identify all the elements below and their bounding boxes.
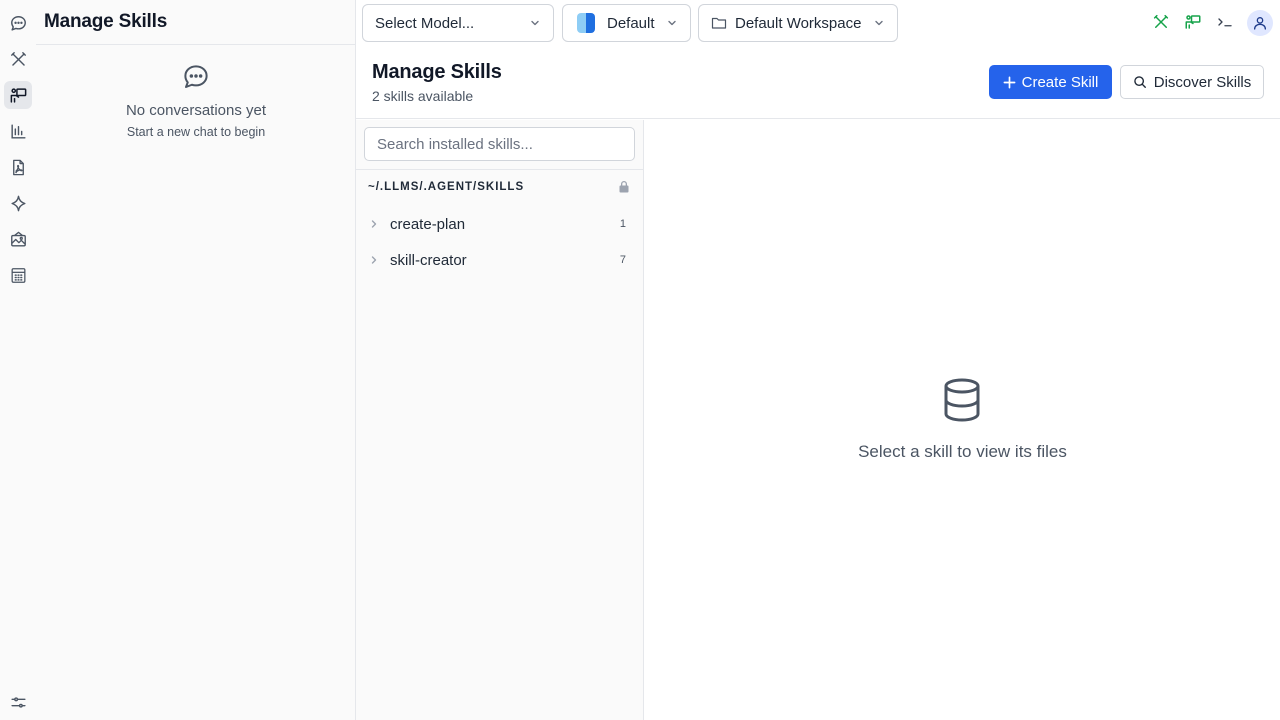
user-avatar-button[interactable] <box>1247 10 1273 36</box>
skill-file-count: 1 <box>619 218 626 230</box>
folder-icon <box>711 17 727 29</box>
workspace-select[interactable]: Default Workspace <box>698 4 898 42</box>
skill-detail-empty-state: Select a skill to view its files <box>645 120 1280 720</box>
rail-settings-button[interactable] <box>4 688 32 716</box>
skills-directory-header: ~/.LLMS/.AGENT/SKILLS <box>356 169 644 203</box>
page-header: Manage Skills 2 skills available Create … <box>356 45 1280 119</box>
empty-conversations-title: No conversations yet <box>125 102 267 119</box>
rail-gallery-button[interactable] <box>4 225 32 253</box>
finder-app-icon <box>577 13 595 33</box>
chevron-down-icon <box>668 20 676 26</box>
tools-icon <box>10 51 26 66</box>
chevron-right-icon <box>371 220 377 228</box>
sidebar-header: Manage Skills <box>36 0 355 45</box>
tools-icon[interactable] <box>1152 13 1170 31</box>
empty-conversations-subtitle: Start a new chat to begin <box>126 125 266 139</box>
chevron-down-icon <box>875 20 883 26</box>
discover-skills-button[interactable]: Discover Skills <box>1120 65 1264 99</box>
pdf-file-icon <box>12 159 24 175</box>
rail-tools-button[interactable] <box>4 45 32 73</box>
rail-pdf-button[interactable] <box>4 153 32 181</box>
lock-icon <box>619 181 629 193</box>
rail-presentation-button[interactable] <box>4 81 32 109</box>
rail-chart-button[interactable] <box>4 117 32 145</box>
discover-skills-label: Discover Skills <box>1153 73 1252 91</box>
chat-bubble-icon <box>10 15 26 31</box>
top-bar: Select Model... Default Default Workspac… <box>356 0 1280 45</box>
model-select-label: Select Model... <box>375 14 475 32</box>
chevron-down-icon <box>531 20 539 26</box>
terminal-icon[interactable] <box>1216 13 1234 31</box>
skills-list-panel: ~/.LLMS/.AGENT/SKILLS create-plan 1 skil… <box>356 120 644 720</box>
search-skills-input[interactable] <box>364 127 635 161</box>
rail-chat-button[interactable] <box>4 9 32 37</box>
empty-conversations: No conversations yet Start a new chat to… <box>36 62 356 139</box>
skill-item-skill-creator[interactable]: skill-creator 7 <box>356 243 644 277</box>
create-skill-label: Create Skill <box>1021 73 1099 91</box>
icon-rail <box>0 0 36 720</box>
profile-select[interactable]: Default <box>562 4 691 42</box>
sliders-icon <box>10 696 26 708</box>
create-skill-button[interactable]: Create Skill <box>989 65 1112 99</box>
rail-calculator-button[interactable] <box>4 261 32 289</box>
rail-sparkle-button[interactable] <box>4 189 32 217</box>
profile-select-label: Default <box>607 14 655 32</box>
chat-bubble-icon <box>184 65 208 88</box>
page-title: Manage Skills <box>372 61 502 83</box>
chevron-right-icon <box>371 256 377 264</box>
search-icon <box>1133 76 1146 88</box>
conversations-sidebar: Manage Skills No conversations yet Start… <box>36 0 356 720</box>
skill-item-create-plan[interactable]: create-plan 1 <box>356 207 644 241</box>
skills-directory-path: ~/.LLMS/.AGENT/SKILLS <box>368 181 525 193</box>
skill-name: skill-creator <box>390 252 467 269</box>
skill-name: create-plan <box>390 216 466 233</box>
workspace-select-label: Default Workspace <box>735 14 862 32</box>
presentation-icon <box>10 87 26 103</box>
plus-icon <box>1003 76 1016 88</box>
database-icon <box>944 378 980 422</box>
skills-count-subtitle: 2 skills available <box>372 88 474 104</box>
main-area: Select Model... Default Default Workspac… <box>356 0 1280 720</box>
skill-file-count: 7 <box>619 254 626 266</box>
model-select[interactable]: Select Model... <box>362 4 554 42</box>
bar-chart-icon <box>10 123 26 139</box>
presentation-icon[interactable] <box>1184 13 1202 31</box>
calculator-icon <box>11 267 25 283</box>
select-skill-hint: Select a skill to view its files <box>858 442 1067 461</box>
image-gallery-icon <box>10 231 26 247</box>
sparkle-icon <box>10 195 26 211</box>
user-icon <box>1254 17 1266 30</box>
sidebar-title: Manage Skills <box>44 11 168 32</box>
